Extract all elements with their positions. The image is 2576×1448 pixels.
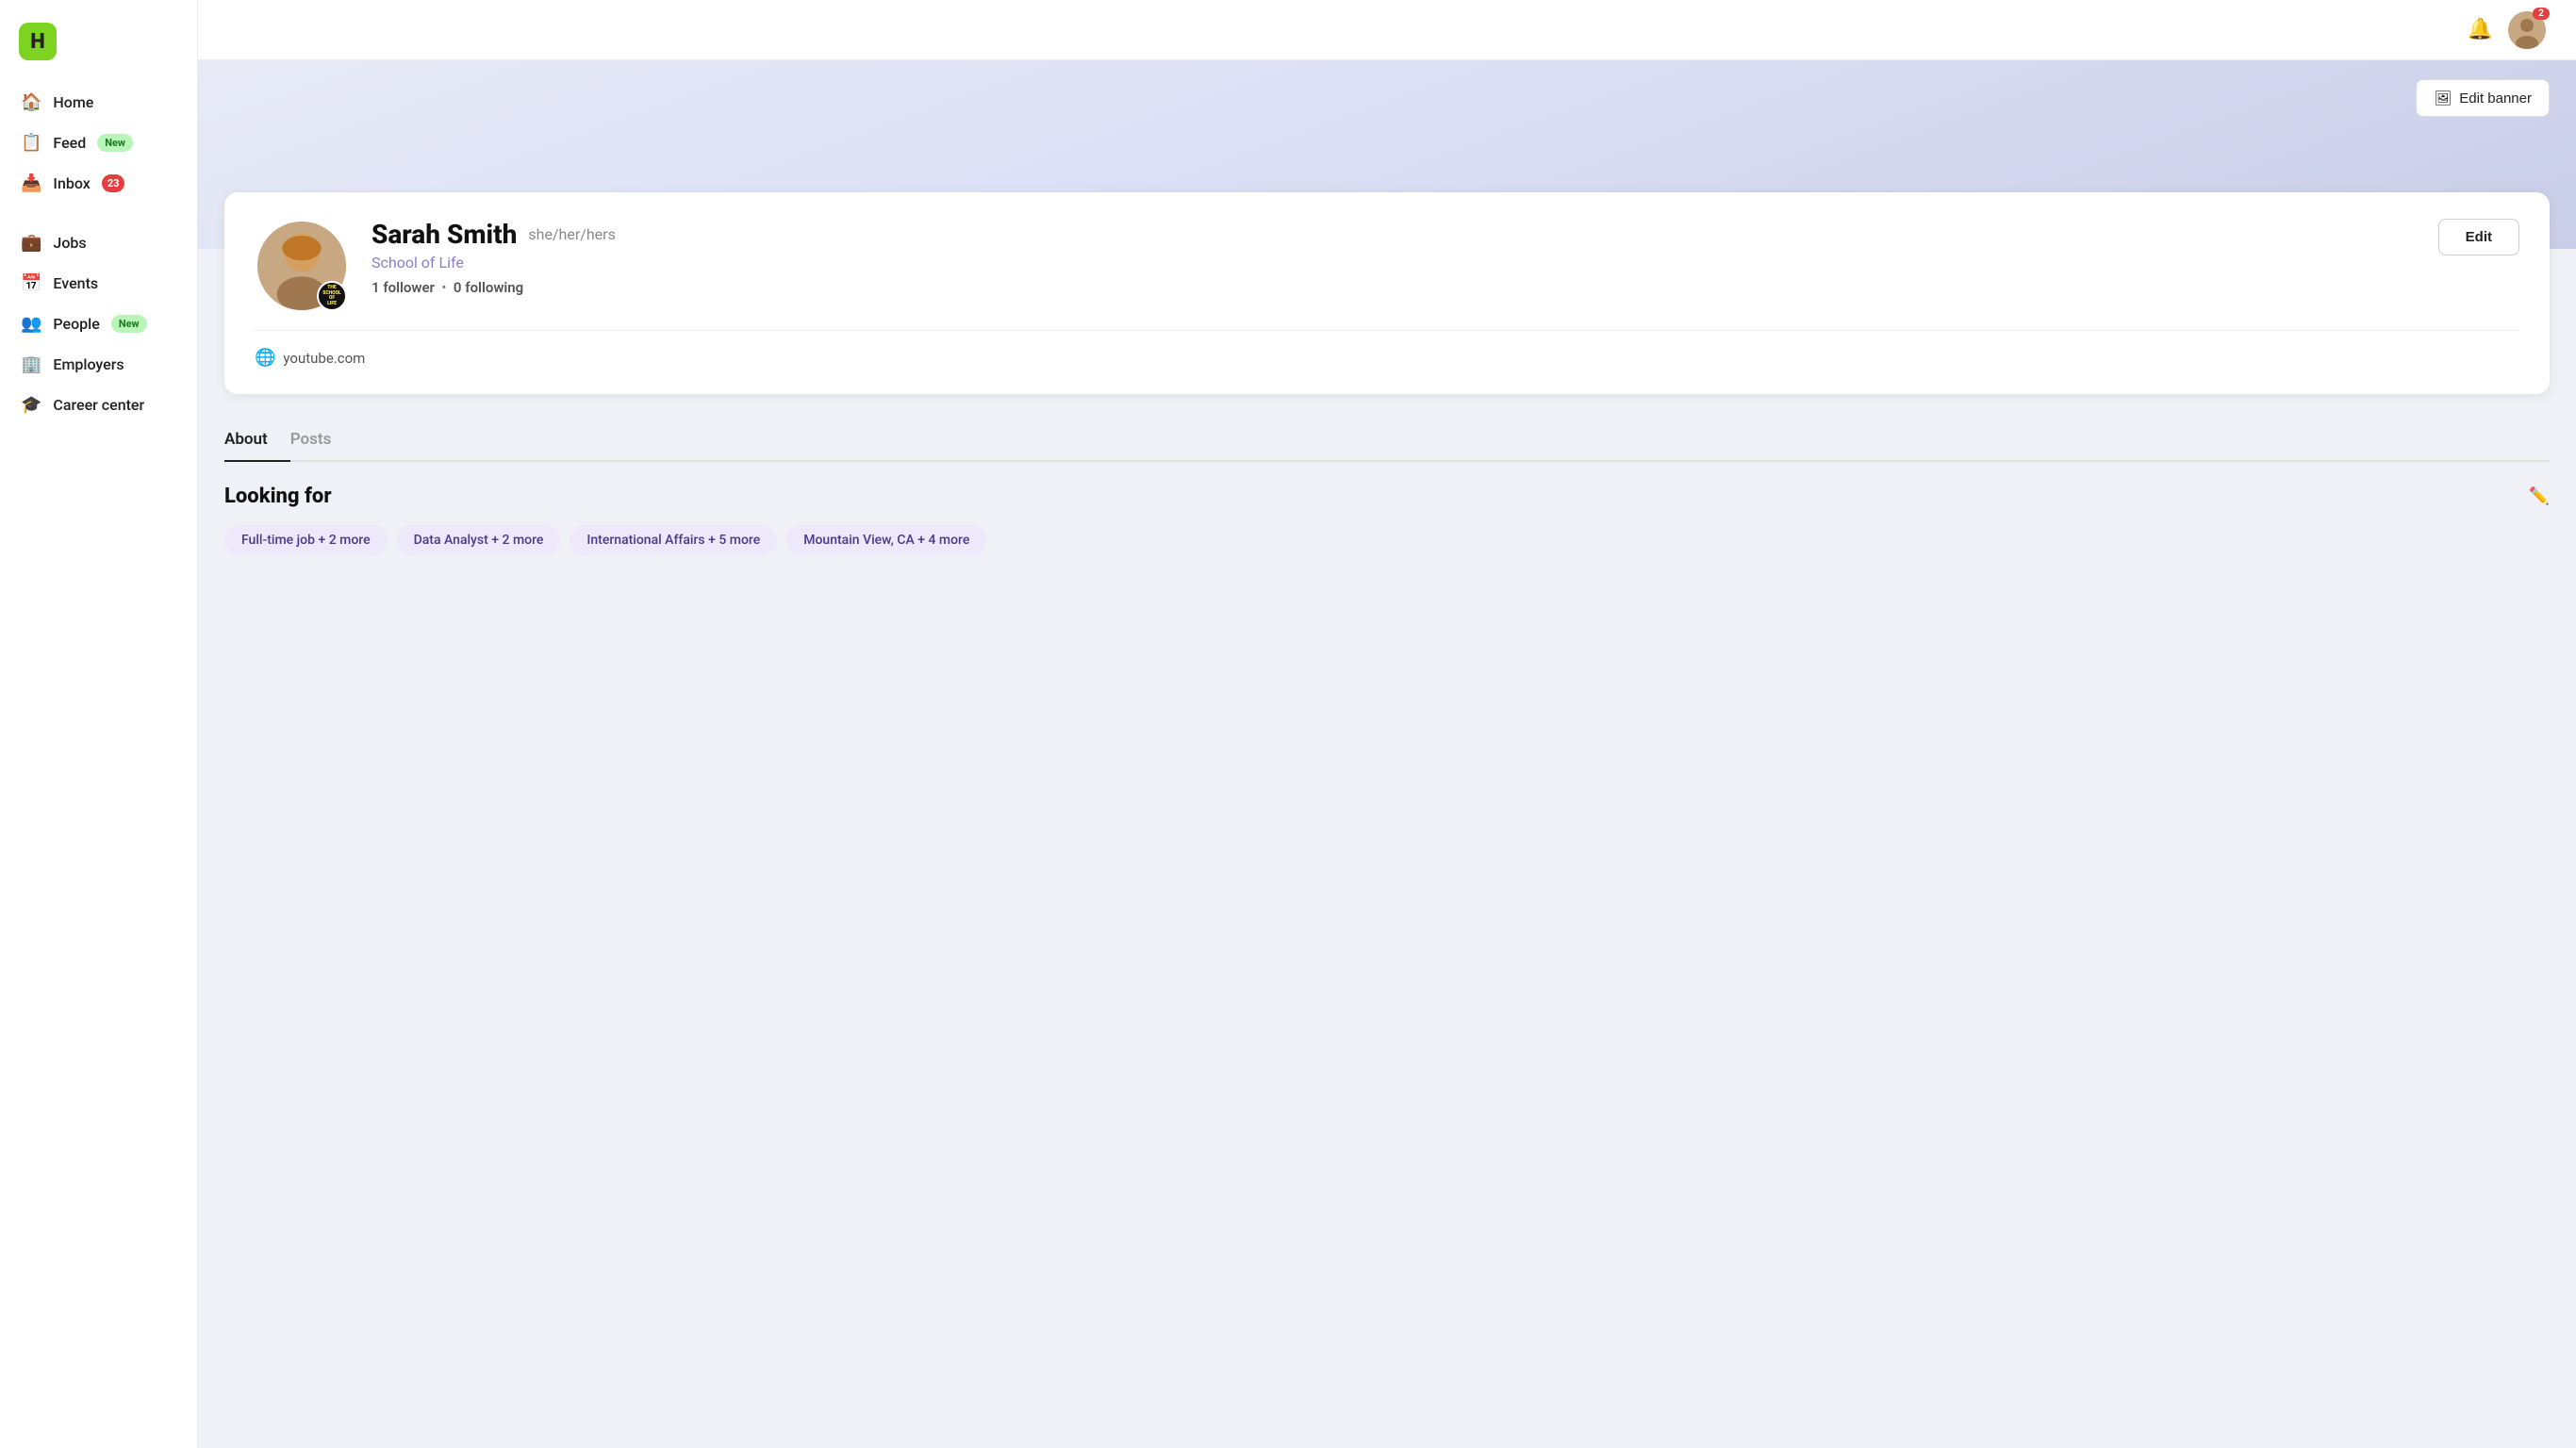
career-center-icon: 🎓 <box>21 395 41 415</box>
sidebar-item-inbox[interactable]: 📥 Inbox 23 <box>9 164 188 203</box>
topbar: 🔔 2 <box>198 0 2576 60</box>
notification-bell[interactable]: 🔔 <box>2468 18 2493 41</box>
events-icon: 📅 <box>21 273 41 293</box>
looking-for-tag: International Affairs + 5 more <box>570 525 777 555</box>
sidebar-label-feed: Feed <box>53 134 86 152</box>
edit-profile-button[interactable]: Edit <box>2438 219 2519 255</box>
profile-top: THESCHOOLOFLIFE Sarah Smith she/her/hers… <box>255 219 2519 313</box>
looking-for-tag: Full-time job + 2 more <box>224 525 388 555</box>
looking-for-tag: Data Analyst + 2 more <box>397 525 561 555</box>
profile-card: THESCHOOLOFLIFE Sarah Smith she/her/hers… <box>224 192 2550 394</box>
jobs-icon: 💼 <box>21 233 41 253</box>
sidebar-label-events: Events <box>53 274 98 292</box>
sidebar-label-jobs: Jobs <box>53 234 86 252</box>
employers-icon: 🏢 <box>21 354 41 374</box>
profile-divider <box>255 330 2519 331</box>
tabs-bar: AboutPosts <box>224 420 2550 462</box>
looking-for-tags: Full-time job + 2 more Data Analyst + 2 m… <box>224 525 2550 555</box>
tab-posts[interactable]: Posts <box>290 420 355 462</box>
avatar-notification-badge: 2 <box>2533 8 2550 20</box>
sidebar-label-home: Home <box>53 93 93 111</box>
sidebar-label-inbox: Inbox <box>53 174 90 192</box>
looking-for-edit-icon[interactable]: ✏️ <box>2529 486 2550 506</box>
followers-label: follower <box>383 279 435 296</box>
feed-icon: 📋 <box>21 133 41 153</box>
sidebar-label-career-center: Career center <box>53 396 144 414</box>
looking-for-title: Looking for <box>224 485 332 508</box>
sidebar-label-people: People <box>53 315 99 333</box>
app-logo[interactable]: H <box>19 23 57 60</box>
sidebar-item-home[interactable]: 🏠 Home <box>9 83 188 122</box>
sidebar-logo: H <box>0 15 197 83</box>
school-badge: THESCHOOLOFLIFE <box>317 281 347 311</box>
profile-avatar-wrapper: THESCHOOLOFLIFE <box>255 219 349 313</box>
people-icon: 👥 <box>21 314 41 334</box>
sidebar-item-feed[interactable]: 📋 Feed New <box>9 123 188 162</box>
image-icon: 🖼 <box>2434 90 2452 107</box>
profile-school: School of Life <box>372 254 2416 272</box>
edit-banner-label: Edit banner <box>2459 90 2532 107</box>
profile-pronouns: she/her/hers <box>528 225 615 243</box>
profile-stats: 1 follower • 0 following <box>372 279 2416 296</box>
looking-for-tag: Mountain View, CA + 4 more <box>786 525 986 555</box>
main-content: 🔔 2 🖼 Edit banner <box>198 0 2576 1448</box>
profile-name: Sarah Smith <box>372 219 517 250</box>
sidebar-label-employers: Employers <box>53 355 124 373</box>
home-icon: 🏠 <box>21 92 41 112</box>
profile-website: 🌐 youtube.com <box>255 348 2519 368</box>
edit-banner-button[interactable]: 🖼 Edit banner <box>2416 79 2550 117</box>
profile-section: THESCHOOLOFLIFE Sarah Smith she/her/hers… <box>198 192 2576 394</box>
following-count: 0 <box>454 279 462 296</box>
tabs-section: AboutPosts <box>198 394 2576 462</box>
profile-name-row: Sarah Smith she/her/hers <box>372 219 2416 250</box>
sidebar: H 🏠 Home 📋 Feed New 📥 Inbox 23 💼 Jobs 📅 Events 👥 Peop… <box>0 0 198 1448</box>
user-avatar-button[interactable]: 2 <box>2508 11 2546 49</box>
profile-info: Sarah Smith she/her/hers School of Life … <box>372 219 2416 296</box>
sidebar-badge-inbox: 23 <box>102 174 125 192</box>
about-section: Looking for ✏️ Full-time job + 2 more Dat… <box>198 462 2576 578</box>
followers-count: 1 <box>372 279 380 296</box>
following-label: following <box>465 279 523 296</box>
sidebar-item-employers[interactable]: 🏢 Employers <box>9 345 188 384</box>
sidebar-badge-people: New <box>111 315 147 333</box>
sidebar-item-people[interactable]: 👥 People New <box>9 304 188 343</box>
sidebar-nav: 🏠 Home 📋 Feed New 📥 Inbox 23 💼 Jobs 📅 Events 👥 People… <box>0 83 197 424</box>
tab-about[interactable]: About <box>224 420 290 462</box>
website-url[interactable]: youtube.com <box>283 350 365 367</box>
looking-for-header: Looking for ✏️ <box>224 485 2550 508</box>
inbox-icon: 📥 <box>21 173 41 193</box>
sidebar-item-jobs[interactable]: 💼 Jobs <box>9 223 188 262</box>
sidebar-item-events[interactable]: 📅 Events <box>9 264 188 303</box>
globe-icon: 🌐 <box>255 348 275 368</box>
sidebar-item-career-center[interactable]: 🎓 Career center <box>9 386 188 424</box>
sidebar-badge-feed: New <box>97 134 133 152</box>
